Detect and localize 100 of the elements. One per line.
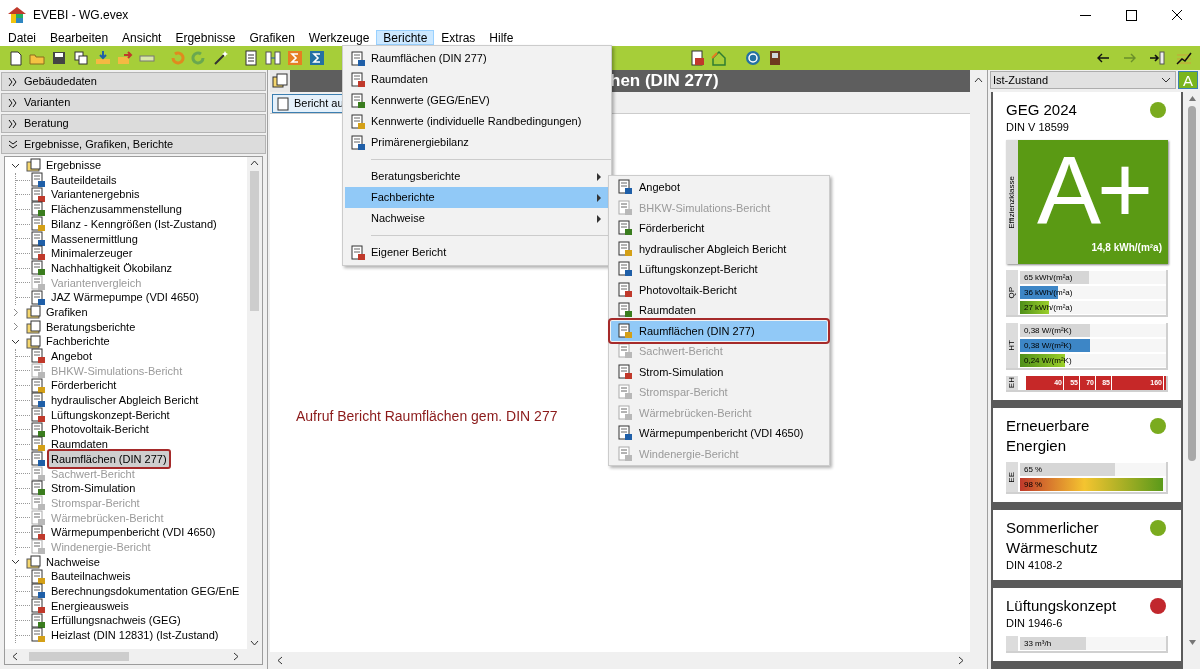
document-icon — [617, 384, 633, 401]
menu-item[interactable]: Angebot — [611, 177, 827, 198]
document-icon — [30, 451, 46, 468]
document-icon — [30, 509, 46, 526]
tree-item[interactable]: Fachberichte — [44, 333, 112, 350]
document-icon — [617, 302, 633, 319]
menu-item[interactable]: Kennwerte (individuelle Randbedingungen) — [345, 111, 609, 132]
menu-item[interactable]: Werkzeuge — [301, 30, 377, 45]
document-icon — [30, 612, 46, 629]
tree-item[interactable]: Variantenergebnis — [49, 186, 142, 203]
tree-item[interactable]: Förderbericht — [49, 377, 119, 394]
tree-item[interactable]: Raumflächen (DIN 277) — [49, 450, 169, 468]
tree-item[interactable]: Bauteilnachweis — [49, 568, 133, 585]
scrollbar[interactable] — [247, 157, 262, 649]
document-icon — [617, 240, 633, 257]
document-icon — [350, 92, 366, 109]
tree-item[interactable]: Minimalerzeuger — [49, 245, 135, 262]
document-icon — [617, 425, 633, 442]
caret-right-icon — [595, 193, 603, 202]
tree-item[interactable]: Nachhaltigkeit Ökobilanz — [49, 259, 175, 277]
menu-item[interactable]: hydraulischer Abgleich Bericht — [611, 238, 827, 259]
menu-item[interactable]: Eigener Bericht — [345, 242, 609, 263]
menu-item[interactable]: Berichte — [376, 30, 435, 45]
menu-item[interactable]: Ansicht — [115, 30, 169, 45]
menu-item[interactable]: Grafiken — [242, 30, 302, 45]
scrollbar-thumb[interactable] — [29, 652, 129, 661]
menu-item[interactable]: Datei — [1, 30, 43, 45]
menu-item[interactable]: Raumflächen (DIN 277) — [611, 320, 827, 341]
tree-item[interactable]: Beratungsberichte — [44, 318, 138, 336]
document-icon — [30, 274, 46, 291]
menu-item[interactable]: Wärmepumpenbericht (VDI 4650) — [611, 423, 827, 444]
folder-document-icon — [26, 334, 42, 349]
section-header[interactable]: Beratung — [1, 114, 266, 133]
menu-item[interactable]: Strom-Simulation — [611, 361, 827, 382]
menu-item[interactable]: Fachberichte — [345, 187, 609, 208]
document-icon — [617, 220, 633, 237]
document-icon — [30, 201, 46, 218]
menu-item[interactable]: Raumflächen (DIN 277) — [345, 48, 609, 69]
menu-item[interactable]: Beratungsberichte — [345, 166, 609, 187]
document-icon — [30, 216, 46, 233]
card-subtitle: DIN 4108-2 — [1006, 558, 1064, 572]
document-icon — [30, 348, 46, 365]
section-header[interactable]: Ergebnisse, Grafiken, Berichte — [1, 135, 266, 154]
scrollbar[interactable] — [5, 649, 262, 664]
document-icon — [30, 186, 46, 203]
tree-item[interactable]: Grafiken — [44, 303, 90, 321]
axis-label: EH — [1006, 376, 1018, 390]
document-icon — [30, 245, 46, 262]
variant-dropdown[interactable]: Ist-Zustand — [990, 71, 1176, 89]
tree-item[interactable]: Lüftungskonzept-Bericht — [49, 406, 172, 424]
minimize-icon — [1079, 14, 1091, 16]
menu-item[interactable]: Primärenergiebilanz — [345, 132, 609, 153]
caret-up-icon — [1187, 94, 1197, 102]
tree-item[interactable]: Wärmepumpenbericht (VDI 4650) — [49, 524, 218, 541]
tree-item[interactable]: Energieausweis — [49, 597, 131, 615]
section-header[interactable]: Varianten — [1, 93, 266, 112]
folder-document-icon — [26, 554, 42, 569]
tree-item[interactable]: Raumdaten — [49, 436, 110, 453]
card-title: Erneuerbare Energien — [1006, 416, 1091, 456]
menu-item[interactable]: Lüftungskonzept-Bericht — [611, 259, 827, 280]
document-icon — [30, 407, 46, 424]
tree-item[interactable]: Flächenzusammenstellung — [49, 201, 184, 218]
meter-value: 65 % — [1023, 464, 1043, 476]
tree-item[interactable]: Erfüllungsnachweis (GEG) — [49, 612, 183, 629]
document-icon — [617, 445, 633, 462]
tree-item[interactable]: Bilanz - Kenngrößen (Ist-Zustand) — [49, 215, 219, 233]
document-icon — [30, 539, 46, 556]
document-icon — [30, 597, 46, 614]
document-icon — [350, 134, 366, 151]
card-title: Lüftungskonzept — [1006, 596, 1118, 616]
document-icon — [350, 50, 366, 67]
menu-item[interactable]: Hilfe — [482, 30, 521, 45]
axis-label: HT — [1006, 323, 1018, 368]
scrollbar-thumb[interactable] — [250, 171, 259, 311]
header-icon-button[interactable] — [270, 70, 290, 92]
tree-item[interactable]: Photovoltaik-Bericht — [49, 421, 151, 438]
tree-item[interactable]: Angebot — [49, 348, 94, 365]
tree-item[interactable]: Strom-Simulation — [49, 480, 138, 497]
tree-item[interactable]: hydraulischer Abgleich Bericht — [49, 392, 201, 409]
menu-item[interactable]: Nachweise — [345, 208, 609, 229]
menu-item[interactable]: Ergebnisse — [168, 30, 243, 45]
axis-label: EE — [1006, 462, 1018, 492]
document-icon — [30, 465, 46, 482]
menu-item[interactable]: Bearbeiten — [43, 30, 116, 45]
card-title: Sommerlicher Wärmeschutz — [1006, 518, 1100, 558]
menu-item[interactable]: Extras — [434, 30, 483, 45]
scrollbar-thumb[interactable] — [1188, 106, 1196, 461]
tree-item[interactable]: Ergebnisse — [44, 157, 104, 174]
menu-item[interactable]: Raumdaten — [345, 69, 609, 90]
menu-item[interactable]: Förderbericht — [611, 218, 827, 239]
tree-item[interactable]: Massenermittlung — [49, 230, 140, 248]
document-icon — [617, 343, 633, 360]
tree-item[interactable]: JAZ Wärmepumpe (VDI 4650) — [49, 289, 201, 306]
section-header[interactable]: Gebäudedaten — [1, 72, 266, 91]
tree-item[interactable]: Berechnungsdokumentation GEG/EnE — [49, 583, 242, 600]
tree-item[interactable]: Nachweise — [44, 553, 102, 571]
menu-item[interactable]: Photovoltaik-Bericht — [611, 279, 827, 300]
tree-item[interactable]: Bauteildetails — [49, 171, 119, 189]
tree-item[interactable]: Heizlast (DIN 12831) (Ist-Zustand) — [49, 627, 221, 644]
menu-item[interactable]: Raumdaten — [611, 300, 827, 321]
